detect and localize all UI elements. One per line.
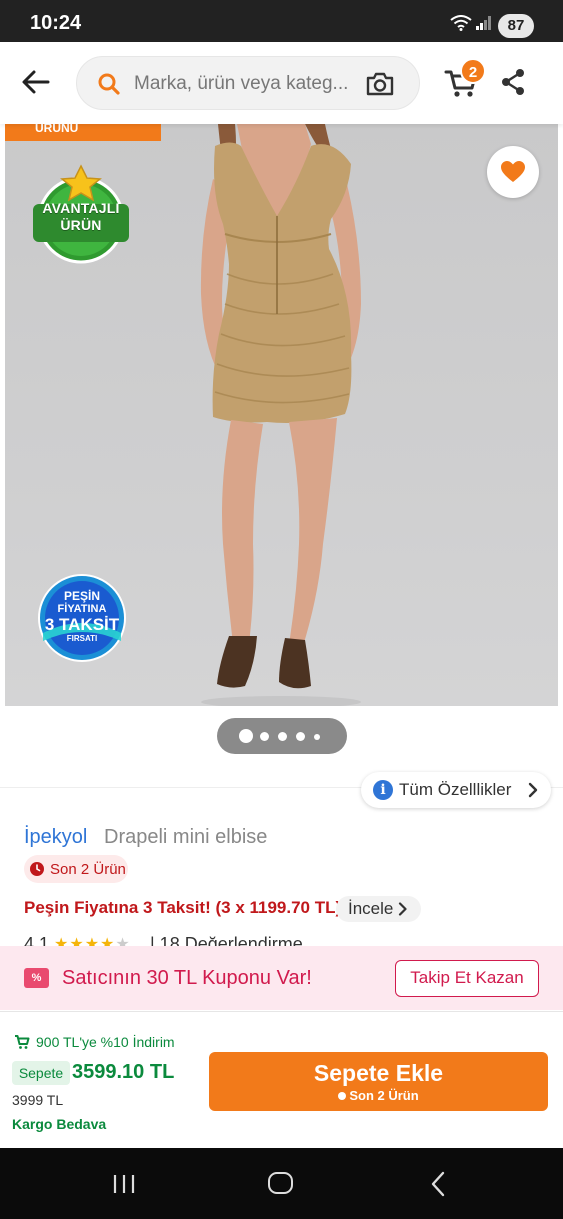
purchase-panel: 900 TL'ye %10 İndirim Sepete 3599.10 TL … xyxy=(0,1011,563,1148)
coupon-banner: % Satıcının 30 TL Kuponu Var! Takip Et K… xyxy=(0,946,563,1010)
add-to-cart-sublabel: Son 2 Ürün xyxy=(209,1088,548,1103)
add-to-cart-button[interactable]: Sepete Ekle Son 2 Ürün xyxy=(209,1052,548,1111)
wifi-icon xyxy=(450,15,472,36)
installment-details-label: İncele xyxy=(348,899,394,918)
product-image[interactable]: ÜRÜNÜ AVANTAJLI ÜRÜN PEŞİN FİYATINA 3 TA… xyxy=(5,124,558,706)
arrow-left-icon xyxy=(22,70,50,94)
all-features-button[interactable]: i Tüm Özelllikler xyxy=(361,772,551,808)
rating-row[interactable]: 4.1 ★★★★★ | 18 Değerlendirme xyxy=(24,934,444,946)
coupon-text: Satıcının 30 TL Kuponu Var! xyxy=(62,967,312,989)
home-icon[interactable] xyxy=(268,1172,293,1194)
back-button[interactable] xyxy=(18,64,54,100)
chevron-right-icon xyxy=(398,902,407,916)
installment-badge-line4: FIRSATI xyxy=(66,634,98,643)
chevron-right-icon xyxy=(528,782,538,798)
cart-small-icon xyxy=(15,1035,30,1049)
back-icon[interactable] xyxy=(430,1171,446,1197)
installment-badge-line2: FİYATINA xyxy=(57,603,107,615)
brand-link[interactable]: İpekyol xyxy=(24,826,87,849)
status-bar: 10:24 87 xyxy=(0,0,563,42)
system-nav-bar xyxy=(0,1148,563,1219)
camera-icon[interactable] xyxy=(365,70,395,103)
image-pager[interactable] xyxy=(217,718,347,754)
installment-badge-line3: 3 TAKSİT xyxy=(44,615,120,634)
pager-dot-active[interactable] xyxy=(239,729,253,743)
recent-apps-icon[interactable] xyxy=(112,1173,136,1195)
basket-price-tag: Sepete xyxy=(12,1061,70,1085)
share-button[interactable] xyxy=(500,68,526,96)
stock-badge: Son 2 Ürün xyxy=(24,855,128,883)
installment-badge-text: PEŞİN FİYATINA 3 TAKSİT FIRSATI xyxy=(37,589,127,644)
status-time: 10:24 xyxy=(30,12,82,34)
free-shipping-label: Kargo Bedava xyxy=(12,1116,107,1132)
installment-text: Peşin Fiyatına 3 Taksit! (3 x 1199.70 TL… xyxy=(24,898,342,917)
search-bar[interactable]: Marka, ürün veya kateg... xyxy=(76,56,420,110)
top-bar: Marka, ürün veya kateg... 2 xyxy=(0,42,563,124)
pager-dot[interactable] xyxy=(278,732,287,741)
rating-value: 4.1 xyxy=(24,934,50,946)
search-icon xyxy=(97,72,121,101)
signal-icon xyxy=(476,16,492,35)
ribbon-label: ÜRÜNÜ xyxy=(35,124,79,135)
battery-indicator: 87 xyxy=(498,14,534,38)
share-icon xyxy=(502,69,524,95)
info-icon: i xyxy=(373,780,393,800)
product-ribbon: ÜRÜNÜ xyxy=(5,124,161,141)
favorite-button[interactable] xyxy=(487,146,539,198)
original-price: 3999 TL xyxy=(12,1092,64,1108)
pager-dot[interactable] xyxy=(260,732,269,741)
cart-count-badge: 2 xyxy=(460,58,486,84)
add-to-cart-label: Sepete Ekle xyxy=(313,1060,444,1086)
clock-icon xyxy=(30,862,44,876)
rating-stars: ★★★★★ xyxy=(54,936,131,946)
advantage-badge-text: AVANTAJLI ÜRÜN xyxy=(42,200,120,233)
pager-dot[interactable] xyxy=(296,732,305,741)
basket-price: 3599.10 TL xyxy=(72,1061,175,1083)
follow-earn-button[interactable]: Takip Et Kazan xyxy=(395,960,539,997)
add-to-cart-stock: Son 2 Ürün xyxy=(349,1088,419,1103)
heart-icon xyxy=(501,161,525,182)
installment-badge-line1: PEŞİN xyxy=(63,589,100,603)
reviews-link[interactable]: | 18 Değerlendirme xyxy=(150,934,303,946)
installment-details-button[interactable]: İncele xyxy=(336,896,421,922)
product-page: 10:24 87 Marka, ürün veya kateg... 2 ÜRÜ… xyxy=(0,0,563,1219)
pager-dot[interactable] xyxy=(314,734,320,740)
all-features-label: Tüm Özelllikler xyxy=(399,780,512,799)
coupon-icon: % xyxy=(24,968,49,988)
product-name: Drapeli mini elbise xyxy=(104,826,268,848)
search-placeholder: Marka, ürün veya kateg... xyxy=(134,73,349,94)
stock-badge-label: Son 2 Ürün xyxy=(50,861,126,878)
discount-text: 900 TL'ye %10 İndirim xyxy=(36,1034,175,1050)
